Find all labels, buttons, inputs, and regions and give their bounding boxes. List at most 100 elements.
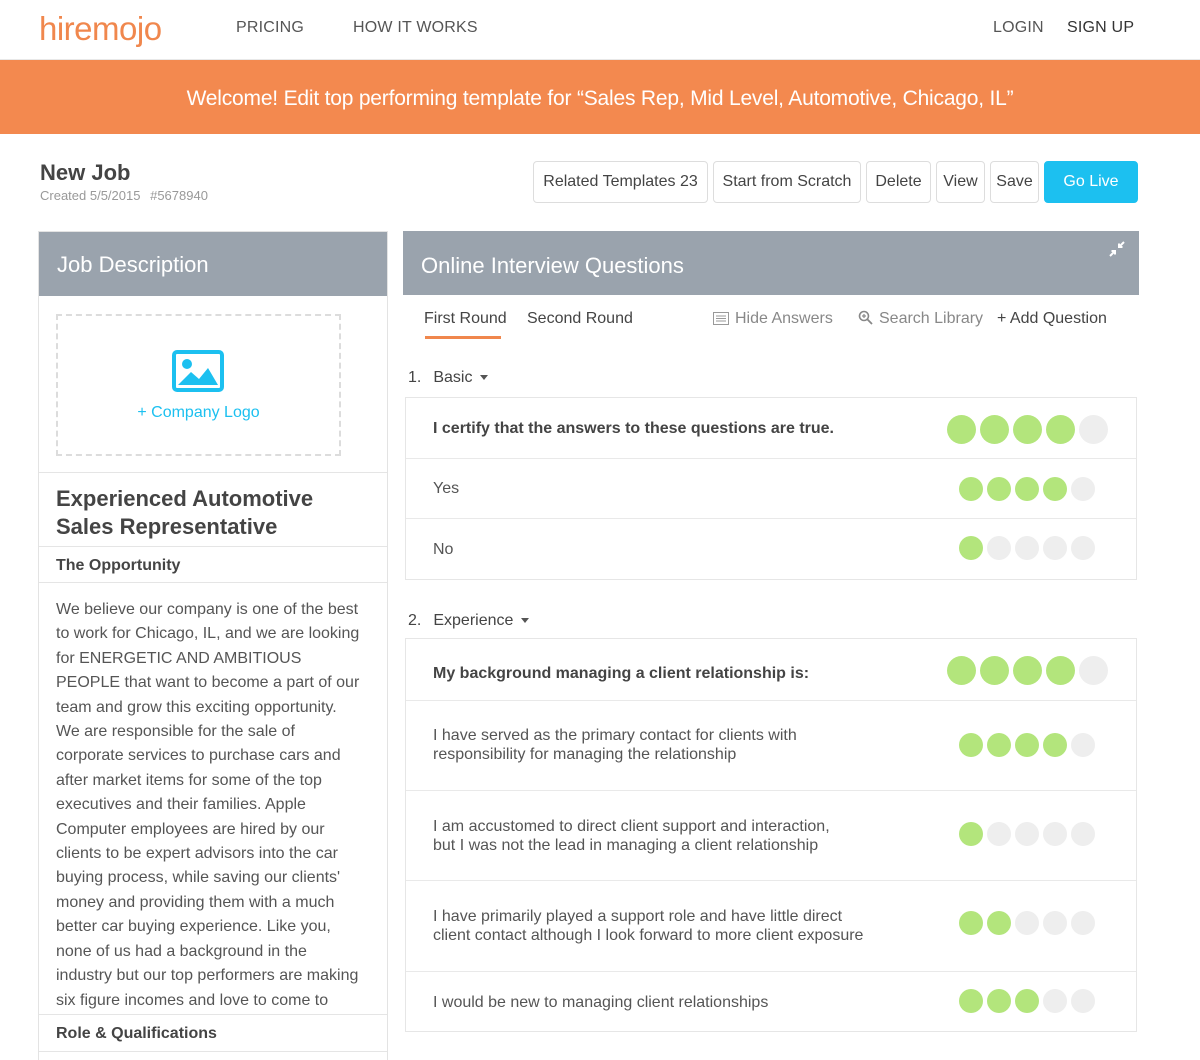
question-prompt-row[interactable]: I certify that the answers to these ques… (406, 398, 1136, 459)
rating-dot-filled[interactable] (959, 911, 983, 935)
section-opportunity[interactable]: The Opportunity (56, 557, 180, 575)
rating-dots[interactable] (959, 733, 1099, 757)
answer-text[interactable]: I have primarily played a support role a… (433, 907, 883, 945)
rating-dots[interactable] (959, 911, 1099, 935)
rating-dot-filled[interactable] (959, 989, 983, 1013)
rating-dot-filled[interactable] (1043, 733, 1067, 757)
rating-dot-filled[interactable] (1046, 415, 1075, 444)
add-question-button[interactable]: + Add Question (997, 310, 1107, 328)
nav-login[interactable]: LOGIN (993, 19, 1044, 37)
answer-text[interactable]: I am accustomed to direct client support… (433, 817, 853, 855)
job-description-body[interactable]: We believe our company is one of the bes… (56, 598, 361, 1010)
rating-dot-filled[interactable] (1013, 415, 1042, 444)
rating-dot-filled[interactable] (959, 536, 983, 560)
rating-dot-filled[interactable] (947, 656, 976, 685)
nav-how-it-works[interactable]: HOW IT WORKS (353, 19, 478, 37)
hide-answers-button[interactable]: Hide Answers (713, 310, 833, 328)
question-category: Experience (433, 612, 514, 629)
rating-dot-empty[interactable] (1071, 989, 1095, 1013)
rating-dots[interactable] (959, 536, 1099, 560)
search-library-button[interactable]: Search Library (858, 310, 983, 328)
rating-dot-empty[interactable] (987, 536, 1011, 560)
rating-dot-filled[interactable] (1046, 656, 1075, 685)
rating-dot-empty[interactable] (987, 822, 1011, 846)
rating-dot-empty[interactable] (1043, 536, 1067, 560)
question-prompt-row[interactable]: My background managing a client relation… (406, 639, 1136, 701)
question-card: My background managing a client relation… (405, 638, 1137, 1032)
rating-dot-filled[interactable] (1015, 733, 1039, 757)
rating-dot-empty[interactable] (1015, 822, 1039, 846)
save-button[interactable]: Save (990, 161, 1039, 203)
answer-text[interactable]: I have served as the primary contact for… (433, 726, 833, 764)
answer-row[interactable]: I would be new to managing client relati… (406, 972, 1136, 1031)
rating-dots[interactable] (947, 415, 1112, 444)
rating-dot-empty[interactable] (1043, 911, 1067, 935)
chevron-down-icon[interactable] (521, 618, 530, 623)
rating-dot-empty[interactable] (1043, 822, 1067, 846)
welcome-banner: Welcome! Edit top performing template fo… (0, 60, 1200, 134)
nav-signup[interactable]: SIGN UP (1067, 19, 1134, 37)
rating-dot-empty[interactable] (1071, 733, 1095, 757)
question-category-experience[interactable]: 2. Experience (408, 612, 530, 630)
company-logo-link[interactable]: + Company Logo (58, 404, 339, 422)
rating-dot-empty[interactable] (1071, 477, 1095, 501)
nav-pricing[interactable]: PRICING (236, 19, 304, 37)
rating-dot-filled[interactable] (959, 477, 983, 501)
view-button[interactable]: View (936, 161, 985, 203)
tab-second-round[interactable]: Second Round (527, 310, 633, 328)
rating-dots[interactable] (947, 656, 1112, 685)
rating-dot-filled[interactable] (1015, 477, 1039, 501)
answer-row[interactable]: I have served as the primary contact for… (406, 701, 1136, 791)
rating-dot-empty[interactable] (1079, 656, 1108, 685)
start-from-scratch-button[interactable]: Start from Scratch (713, 161, 861, 203)
company-logo-dropzone[interactable]: + Company Logo (56, 314, 341, 456)
rating-dot-empty[interactable] (1043, 989, 1067, 1013)
rating-dot-empty[interactable] (1079, 415, 1108, 444)
related-templates-button[interactable]: Related Templates 23 (533, 161, 708, 203)
rating-dots[interactable] (959, 822, 1099, 846)
tab-first-round[interactable]: First Round (424, 310, 507, 328)
rating-dot-filled[interactable] (980, 656, 1009, 685)
interview-questions-header: Online Interview Questions (403, 231, 1139, 295)
rating-dot-filled[interactable] (987, 989, 1011, 1013)
rating-dot-filled[interactable] (1015, 989, 1039, 1013)
answer-row[interactable]: Yes (406, 459, 1136, 519)
answer-row[interactable]: I have primarily played a support role a… (406, 881, 1136, 972)
rating-dot-empty[interactable] (1071, 911, 1095, 935)
rating-dot-filled[interactable] (987, 911, 1011, 935)
section-role-qualifications[interactable]: Role & Qualifications (56, 1025, 217, 1043)
interview-questions-title: Online Interview Questions (421, 253, 684, 278)
answer-row[interactable]: No (406, 519, 1136, 579)
rating-dots[interactable] (959, 477, 1099, 501)
answer-text[interactable]: Yes (433, 479, 459, 498)
rating-dot-empty[interactable] (1015, 536, 1039, 560)
rating-dot-filled[interactable] (987, 477, 1011, 501)
collapse-icon[interactable] (1109, 241, 1125, 257)
rating-dot-filled[interactable] (1013, 656, 1042, 685)
job-heading[interactable]: Experienced Automotive Sales Representat… (56, 485, 356, 541)
rating-dot-filled[interactable] (959, 733, 983, 757)
rating-dot-filled[interactable] (1043, 477, 1067, 501)
rating-dot-filled[interactable] (980, 415, 1009, 444)
question-category-basic[interactable]: 1. Basic (408, 369, 489, 387)
divider (39, 1051, 387, 1052)
search-library-label: Search Library (879, 310, 984, 327)
rating-dot-empty[interactable] (1071, 536, 1095, 560)
answer-text[interactable]: No (433, 540, 453, 559)
go-live-button[interactable]: Go Live (1044, 161, 1138, 203)
rating-dot-empty[interactable] (1015, 911, 1039, 935)
hiremojo-logo[interactable]: hiremojo (39, 10, 162, 48)
rating-dot-filled[interactable] (959, 822, 983, 846)
rating-dot-empty[interactable] (1071, 822, 1095, 846)
answer-text[interactable]: I would be new to managing client relati… (433, 993, 768, 1012)
question-prompt[interactable]: I certify that the answers to these ques… (433, 419, 834, 438)
rating-dot-filled[interactable] (947, 415, 976, 444)
answer-row[interactable]: I am accustomed to direct client support… (406, 791, 1136, 881)
chevron-down-icon[interactable] (480, 375, 489, 380)
search-icon (858, 310, 873, 325)
delete-button[interactable]: Delete (866, 161, 931, 203)
rating-dot-filled[interactable] (987, 733, 1011, 757)
rating-dots[interactable] (959, 989, 1099, 1013)
divider (39, 1014, 387, 1015)
question-prompt[interactable]: My background managing a client relation… (433, 664, 809, 683)
